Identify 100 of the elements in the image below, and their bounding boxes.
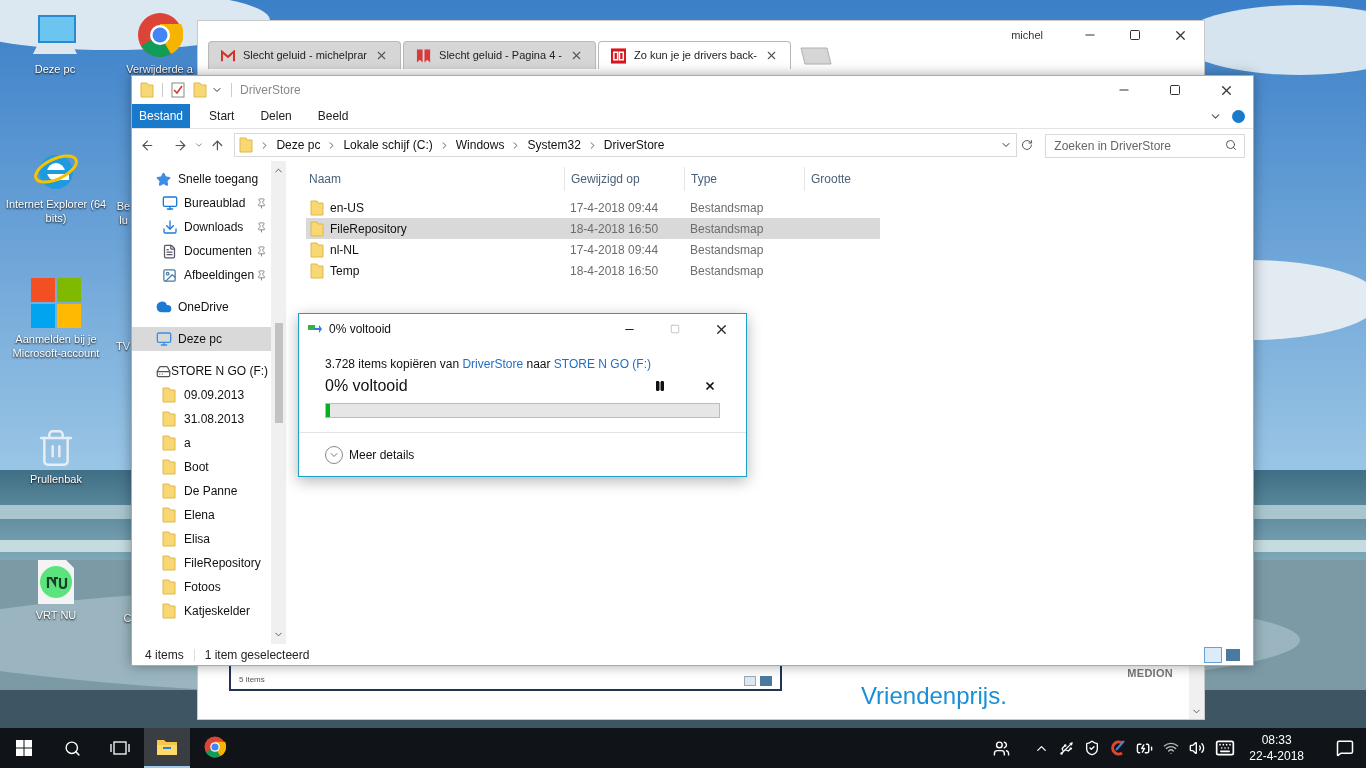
folder-icon [162, 387, 176, 403]
details-view-icon[interactable] [1204, 646, 1222, 663]
address-bar[interactable]: Deze pc Lokale schijf (C:) Windows System32 DriverStore [234, 133, 1018, 157]
desktop-icon-label[interactable]: Prullenbak [30, 472, 82, 486]
folder-icon [193, 82, 207, 98]
scroll-thumb[interactable] [274, 322, 283, 423]
clock[interactable]: 08:33 22-4-2018 [1245, 732, 1308, 764]
source-link[interactable]: DriverStore [462, 357, 524, 371]
column-header[interactable]: Type [684, 167, 804, 191]
table-cell-text: 17-4-2018 09:44 [569, 199, 660, 217]
nav-item[interactable]: Downloads [132, 215, 271, 239]
nav-item[interactable]: Bureaublad [132, 191, 271, 215]
status-text: 1 item geselecteerd [204, 646, 310, 664]
tiles-view-icon[interactable] [1226, 648, 1240, 661]
more-details-button[interactable]: Meer details [325, 445, 415, 464]
desktop-icon-label[interactable]: Deze pc [34, 62, 76, 76]
desktop-icon-label[interactable]: Verwijderde a [126, 62, 193, 76]
folder-icon [310, 262, 324, 279]
ribbon-tab[interactable]: Beeld [310, 104, 356, 128]
folder-icon [140, 82, 154, 98]
column-header[interactable]: Grootte [804, 167, 884, 191]
nav-item[interactable]: Documenten [132, 239, 271, 263]
checklist-icon[interactable] [171, 82, 185, 98]
folder-icon [162, 579, 176, 595]
file-row[interactable]: FileRepository 18-4-2018 16:50 Bestandsmap [306, 218, 880, 239]
nav-item[interactable]: 31.08.2013 [132, 407, 271, 431]
file-name: nl-NL [330, 241, 359, 259]
ad-headline[interactable]: Vriendenprijs. [861, 681, 1173, 710]
details-view-icon [744, 676, 756, 686]
logo-icon [611, 47, 627, 64]
usb-icon[interactable] [1059, 740, 1075, 756]
file-row[interactable]: en-US 17-4-2018 09:44 Bestandsmap [306, 197, 880, 218]
file-row[interactable]: nl-NL 17-4-2018 09:44 Bestandsmap [306, 239, 880, 260]
nav-item[interactable]: STORE N GO (F:) [132, 359, 271, 383]
nav-item[interactable]: Afbeeldingen [132, 263, 271, 287]
destination-link[interactable]: STORE N GO (F:) [553, 357, 651, 371]
column-header[interactable]: Naam [306, 167, 564, 191]
nav-item[interactable]: Katjeskelder [132, 599, 271, 623]
tab-title: Slecht geluid - michelprar [242, 48, 367, 64]
people-icon[interactable] [993, 739, 1011, 757]
brush-icon[interactable] [1110, 740, 1127, 756]
breadcrumb[interactable]: Windows [455, 136, 505, 154]
nav-item[interactable]: a [132, 431, 271, 455]
cancel-icon[interactable] [704, 380, 716, 392]
copy-message: 3.728 items kopiëren van DriverStore naar STORE N GO (F:) [325, 356, 652, 373]
pause-icon[interactable] [654, 380, 666, 392]
ad-brand: MEDION [1127, 666, 1173, 681]
file-row[interactable]: Temp 18-4-2018 16:50 Bestandsmap [306, 260, 880, 281]
tab-title: Zo kun je je drivers back- [634, 48, 757, 64]
browser-tab[interactable]: Slecht geluid - michelprar [208, 41, 401, 69]
folder-icon [162, 603, 176, 619]
nav-item[interactable]: FileRepository [132, 551, 271, 575]
folder-icon [156, 738, 178, 756]
breadcrumb[interactable]: Deze pc [276, 136, 321, 154]
nav-item[interactable]: Deze pc [132, 327, 271, 351]
nav-label: Snelle toegang [178, 171, 260, 188]
column-header[interactable]: Gewijzigd op [564, 167, 684, 191]
mail-icon [221, 49, 235, 62]
table-cell-text: Bestandsmap [689, 241, 765, 259]
drive-icon [156, 363, 171, 379]
nav-item[interactable]: Elena [132, 503, 271, 527]
ribbon-tab[interactable]: Bestand [132, 104, 191, 128]
nav-item[interactable]: Boot [132, 455, 271, 479]
profile-name[interactable]: michel [1011, 26, 1043, 44]
nav-item[interactable]: OneDrive [132, 295, 271, 319]
breadcrumb[interactable]: Lokale schijf (C:) [343, 136, 433, 154]
refresh-icon[interactable] [1021, 139, 1034, 151]
close-icon[interactable] [765, 49, 778, 62]
progress-heading: 0% voltooid [325, 376, 408, 396]
breadcrumb[interactable]: System32 [527, 136, 581, 154]
nav-label: Elisa [184, 531, 211, 548]
notifications-icon[interactable] [1336, 739, 1354, 757]
wifi-icon[interactable] [1163, 740, 1180, 756]
browser-tab[interactable]: Slecht geluid - Pagina 4 - [403, 41, 596, 69]
folder-icon [162, 411, 176, 427]
table-cell-text: Bestandsmap [689, 199, 765, 217]
volume-icon[interactable] [1189, 740, 1206, 756]
nav-label: OneDrive [178, 299, 230, 316]
nav-item[interactable]: Snelle toegang [132, 167, 271, 191]
search-field[interactable]: Zoeken in DriverStore [1045, 134, 1245, 158]
nav-label: Elena [184, 507, 216, 524]
nav-item[interactable]: Elisa [132, 527, 271, 551]
nav-item[interactable]: 09.09.2013 [132, 383, 271, 407]
file-name: FileRepository [330, 220, 407, 238]
keyboard-icon[interactable] [1215, 738, 1236, 758]
maximize-icon[interactable] [1129, 29, 1141, 41]
bookmark-icon [416, 48, 432, 63]
chrome-icon [204, 736, 226, 758]
browser-tab[interactable]: Zo kun je je drivers back- [598, 41, 791, 69]
table-cell-text: 17-4-2018 09:44 [569, 241, 660, 259]
breadcrumb[interactable]: DriverStore [603, 136, 665, 154]
ribbon-tab[interactable]: Delen [253, 104, 299, 128]
scrollbar[interactable] [271, 161, 286, 644]
taskbar-app[interactable] [144, 728, 190, 768]
ribbon-tab[interactable]: Start [202, 104, 242, 128]
maximize-icon[interactable] [1169, 84, 1181, 96]
help-icon[interactable] [1232, 109, 1245, 123]
shield-icon[interactable] [1084, 740, 1101, 756]
nav-item[interactable]: Fotoos [132, 575, 271, 599]
nav-item[interactable]: De Panne [132, 479, 271, 503]
